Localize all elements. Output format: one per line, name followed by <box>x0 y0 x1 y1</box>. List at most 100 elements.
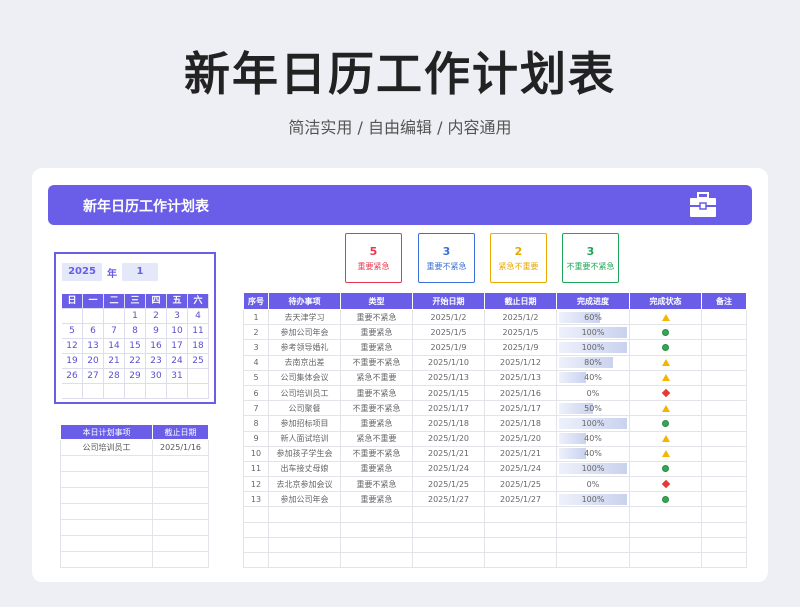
table-cell[interactable] <box>556 521 630 538</box>
table-cell[interactable] <box>152 455 209 472</box>
table-cell[interactable] <box>556 506 630 523</box>
table-cell[interactable] <box>60 471 153 488</box>
table-cell[interactable] <box>268 536 341 554</box>
calendar-day[interactable]: 10 <box>167 324 188 339</box>
end-date[interactable]: 2025/1/18 <box>484 415 557 432</box>
calendar-day[interactable]: 25 <box>188 354 209 369</box>
end-date[interactable]: 2025/1/20 <box>484 430 557 447</box>
end-date[interactable]: 2025/1/17 <box>484 400 557 417</box>
task-type[interactable]: 紧急不重要 <box>340 369 413 386</box>
progress-cell[interactable]: 100% <box>556 460 630 478</box>
table-cell[interactable]: 公司培训员工 <box>60 439 153 456</box>
task-type[interactable]: 重要紧急 <box>340 324 413 341</box>
table-cell[interactable] <box>340 536 413 554</box>
calendar-day[interactable]: 9 <box>146 324 167 339</box>
table-cell[interactable] <box>243 536 269 554</box>
table-cell[interactable] <box>484 521 557 538</box>
note-cell[interactable] <box>701 476 747 493</box>
calendar-day[interactable]: 28 <box>104 369 125 384</box>
calendar-day[interactable]: 31 <box>167 369 188 384</box>
task-type[interactable]: 重要紧急 <box>340 339 413 356</box>
start-date[interactable]: 2025/1/5 <box>412 324 485 341</box>
note-cell[interactable] <box>701 354 747 371</box>
table-cell[interactable] <box>701 536 747 554</box>
table-cell[interactable] <box>268 551 341 569</box>
progress-cell[interactable]: 0% <box>556 476 630 493</box>
table-cell[interactable] <box>340 521 413 538</box>
calendar-day[interactable]: 30 <box>146 369 167 384</box>
progress-cell[interactable]: 80% <box>556 354 630 371</box>
note-cell[interactable] <box>701 339 747 356</box>
table-cell[interactable] <box>701 521 747 538</box>
task-item[interactable]: 公司集体会议 <box>268 369 341 386</box>
start-date[interactable]: 2025/1/20 <box>412 430 485 447</box>
end-date[interactable]: 2025/1/13 <box>484 369 557 386</box>
progress-cell[interactable]: 100% <box>556 339 630 356</box>
start-date[interactable]: 2025/1/25 <box>412 476 485 493</box>
note-cell[interactable] <box>701 384 747 402</box>
table-cell[interactable] <box>268 521 341 538</box>
task-item[interactable]: 去天津学习 <box>268 308 341 326</box>
table-cell[interactable] <box>152 471 209 488</box>
table-cell[interactable] <box>243 551 269 569</box>
calendar-day[interactable]: 5 <box>62 324 83 339</box>
start-date[interactable]: 2025/1/2 <box>412 308 485 326</box>
calendar-year-field[interactable]: 2025 <box>62 263 102 281</box>
calendar-day[interactable]: 23 <box>146 354 167 369</box>
calendar-day[interactable]: 29 <box>125 369 146 384</box>
calendar-day[interactable]: 7 <box>104 324 125 339</box>
calendar-day[interactable]: 21 <box>104 354 125 369</box>
table-cell[interactable] <box>412 521 485 538</box>
task-item[interactable]: 参加公司年会 <box>268 324 341 341</box>
table-cell[interactable] <box>629 536 702 554</box>
end-date[interactable]: 2025/1/24 <box>484 460 557 478</box>
calendar-day[interactable]: 22 <box>125 354 146 369</box>
calendar-day[interactable]: 17 <box>167 339 188 354</box>
task-type[interactable]: 不重要不紧急 <box>340 354 413 371</box>
table-cell[interactable]: 2025/1/16 <box>152 439 209 456</box>
start-date[interactable]: 2025/1/13 <box>412 369 485 386</box>
start-date[interactable]: 2025/1/21 <box>412 445 485 462</box>
progress-cell[interactable]: 100% <box>556 415 630 432</box>
calendar-day[interactable]: 24 <box>167 354 188 369</box>
calendar-day[interactable]: 8 <box>125 324 146 339</box>
task-item[interactable]: 公司培训员工 <box>268 384 341 402</box>
start-date[interactable]: 2025/1/17 <box>412 400 485 417</box>
table-cell[interactable] <box>484 536 557 554</box>
calendar-day[interactable]: 19 <box>62 354 83 369</box>
note-cell[interactable] <box>701 445 747 462</box>
task-type[interactable]: 重要紧急 <box>340 491 413 508</box>
calendar-day[interactable]: 20 <box>83 354 104 369</box>
table-cell[interactable] <box>484 506 557 523</box>
note-cell[interactable] <box>701 369 747 386</box>
table-cell[interactable] <box>629 551 702 569</box>
task-type[interactable]: 重要紧急 <box>340 415 413 432</box>
task-item[interactable]: 出车接丈母娘 <box>268 460 341 478</box>
table-cell[interactable] <box>701 551 747 569</box>
table-cell[interactable] <box>412 506 485 523</box>
task-type[interactable]: 重要不紧急 <box>340 308 413 326</box>
end-date[interactable]: 2025/1/21 <box>484 445 557 462</box>
task-item[interactable]: 公司聚餐 <box>268 400 341 417</box>
task-type[interactable]: 重要紧急 <box>340 460 413 478</box>
table-cell[interactable] <box>340 506 413 523</box>
progress-cell[interactable]: 100% <box>556 491 630 508</box>
table-cell[interactable] <box>243 521 269 538</box>
progress-cell[interactable]: 40% <box>556 445 630 462</box>
note-cell[interactable] <box>701 491 747 508</box>
table-cell[interactable] <box>701 506 747 523</box>
progress-cell[interactable]: 0% <box>556 384 630 402</box>
calendar-day[interactable]: 3 <box>167 309 188 324</box>
calendar-day[interactable]: 4 <box>188 309 209 324</box>
table-cell[interactable] <box>152 519 209 536</box>
table-cell[interactable] <box>556 551 630 569</box>
calendar-day[interactable]: 18 <box>188 339 209 354</box>
table-cell[interactable] <box>152 487 209 504</box>
table-cell[interactable] <box>60 455 153 472</box>
task-type[interactable]: 重要不紧急 <box>340 476 413 493</box>
table-cell[interactable] <box>243 506 269 523</box>
end-date[interactable]: 2025/1/25 <box>484 476 557 493</box>
table-cell[interactable] <box>60 487 153 504</box>
table-cell[interactable] <box>60 519 153 536</box>
calendar-day[interactable]: 27 <box>83 369 104 384</box>
